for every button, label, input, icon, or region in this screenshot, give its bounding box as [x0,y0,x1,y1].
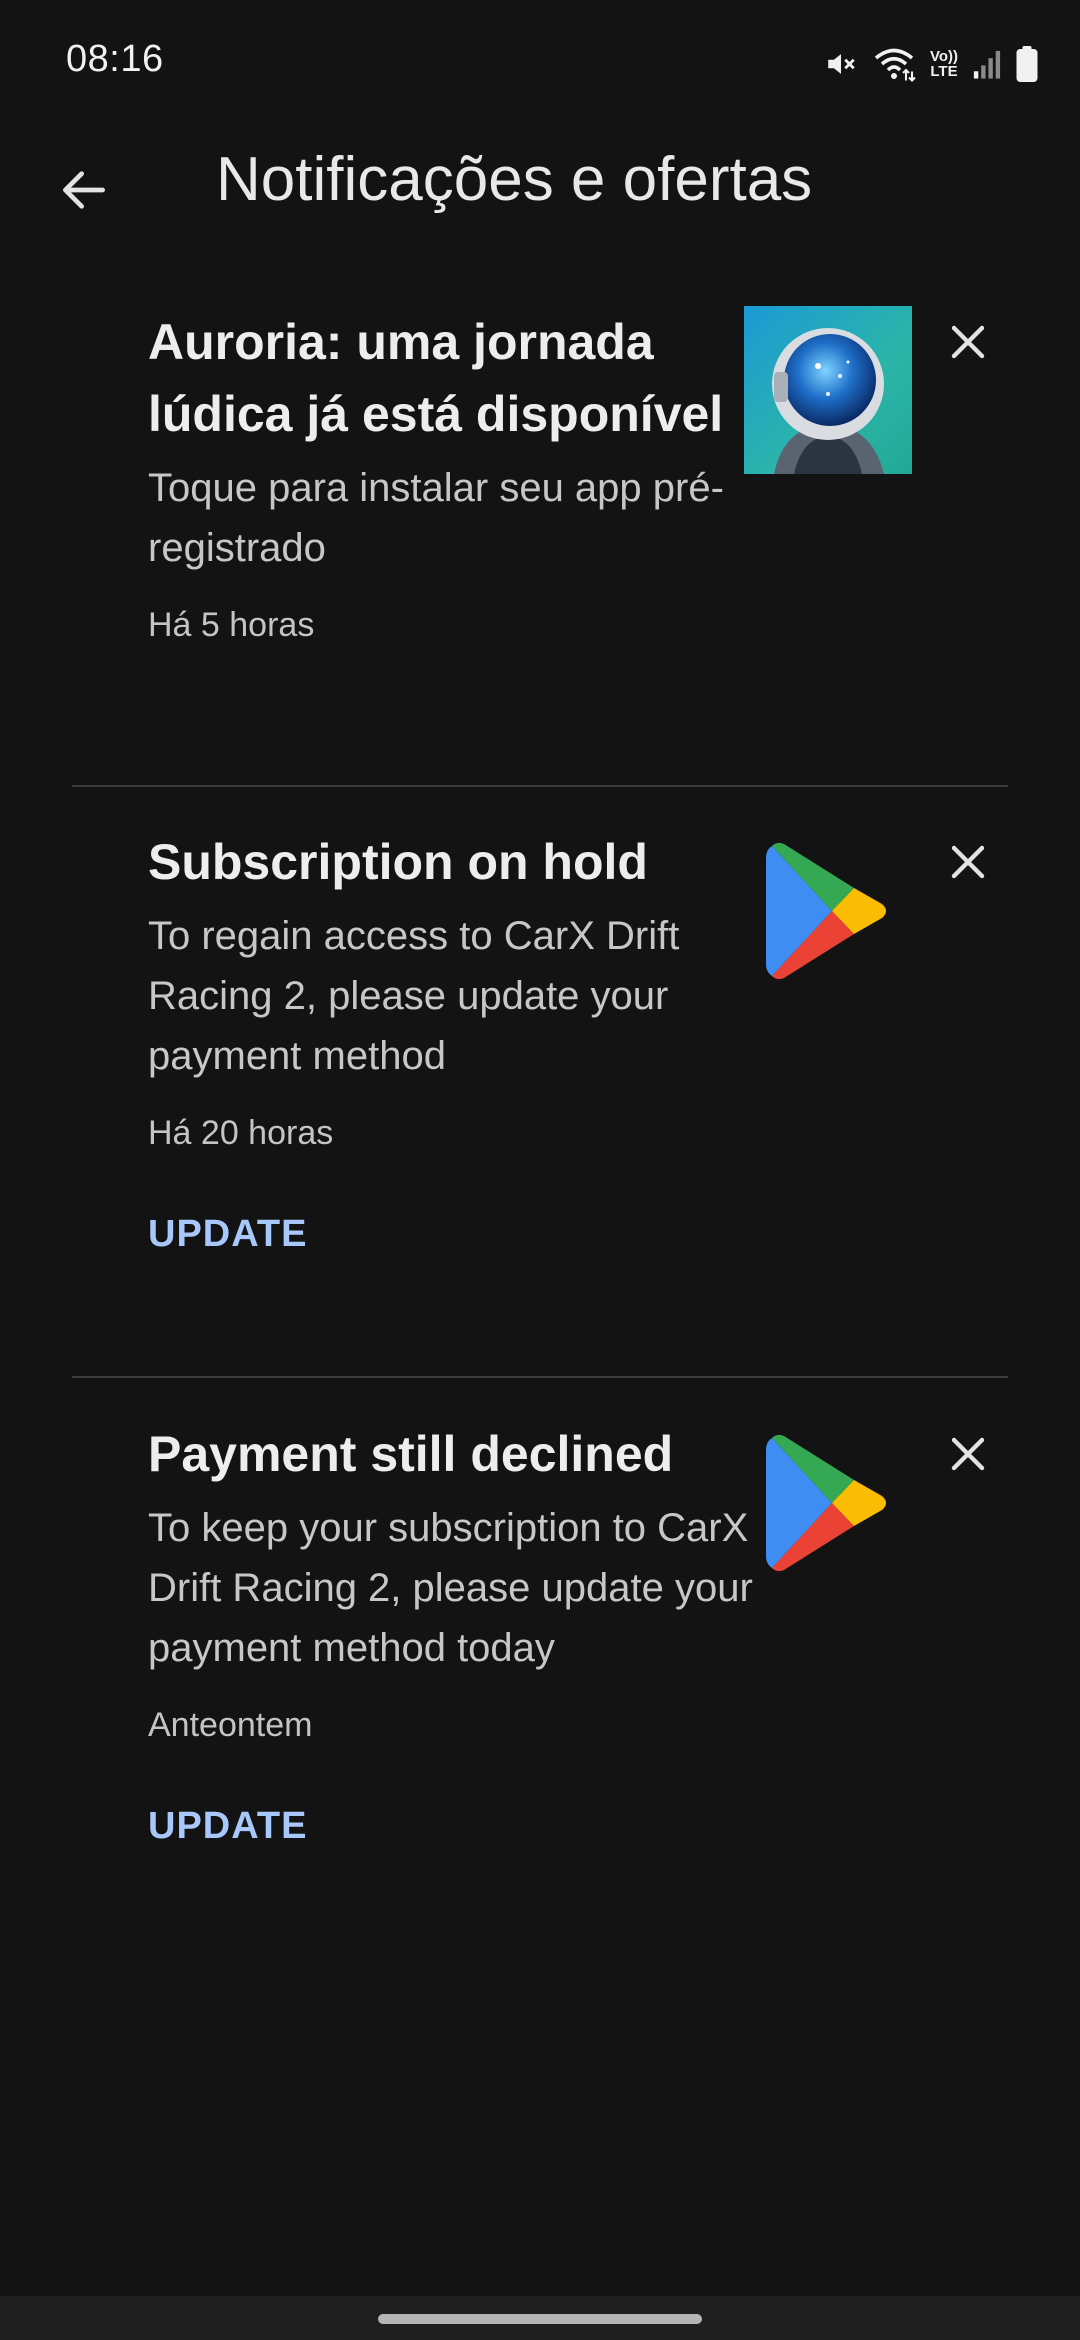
update-button[interactable]: UPDATE [148,1805,307,1848]
volte-bottom-label: LTE [930,63,958,80]
navigation-bar [0,2296,1080,2340]
volte-top-label: Vo)) [929,48,958,65]
update-button[interactable]: UPDATE [148,1213,307,1256]
dismiss-button[interactable] [932,306,1004,378]
close-icon [951,1437,985,1471]
home-indicator[interactable] [378,2314,702,2324]
notification-text: To regain access to CarX Drift Racing 2,… [148,914,680,1078]
volte-icon: Vo)) LTE [930,49,958,79]
auroria-app-icon [744,306,912,474]
mute-icon [824,47,858,81]
notification-time: Há 20 horas [148,1114,334,1152]
arrow-back-icon [62,171,105,209]
divider [72,1376,1008,1378]
page-title: Notificações e ofertas [216,145,813,214]
divider [72,785,1008,787]
notification-body: Payment still declined To keep your subs… [148,1418,778,1848]
notification-time: Há 5 horas [148,606,315,644]
notification-body: Subscription on hold To regain access to… [148,826,778,1256]
notification-text: To keep your subscription to CarX Drift … [148,1506,753,1670]
notification-time: Anteontem [148,1706,313,1744]
close-icon [951,325,985,359]
notification-title: Auroria: uma jornada lúdica já está disp… [148,314,724,442]
notification-body: Auroria: uma jornada lúdica já está disp… [148,306,778,645]
notification-text: Toque para instalar seu app pré-registra… [148,466,724,570]
close-icon [951,845,985,879]
notification-title: Payment still declined [148,1426,674,1482]
dismiss-button[interactable] [932,826,1004,898]
google-play-icon [744,836,912,1004]
notification-title: Subscription on hold [148,834,648,890]
status-bar: 08:16 Vo)) LTE [0,0,1080,128]
dismiss-button[interactable] [932,1418,1004,1490]
status-icons: Vo)) LTE [824,44,1038,84]
back-button[interactable] [44,150,124,230]
app-bar: Notificações e ofertas [0,128,1080,238]
google-play-icon [744,1428,912,1596]
signal-icon [972,48,1002,80]
battery-icon [1016,46,1038,82]
status-time: 08:16 [66,38,164,80]
wifi-icon [872,46,916,82]
